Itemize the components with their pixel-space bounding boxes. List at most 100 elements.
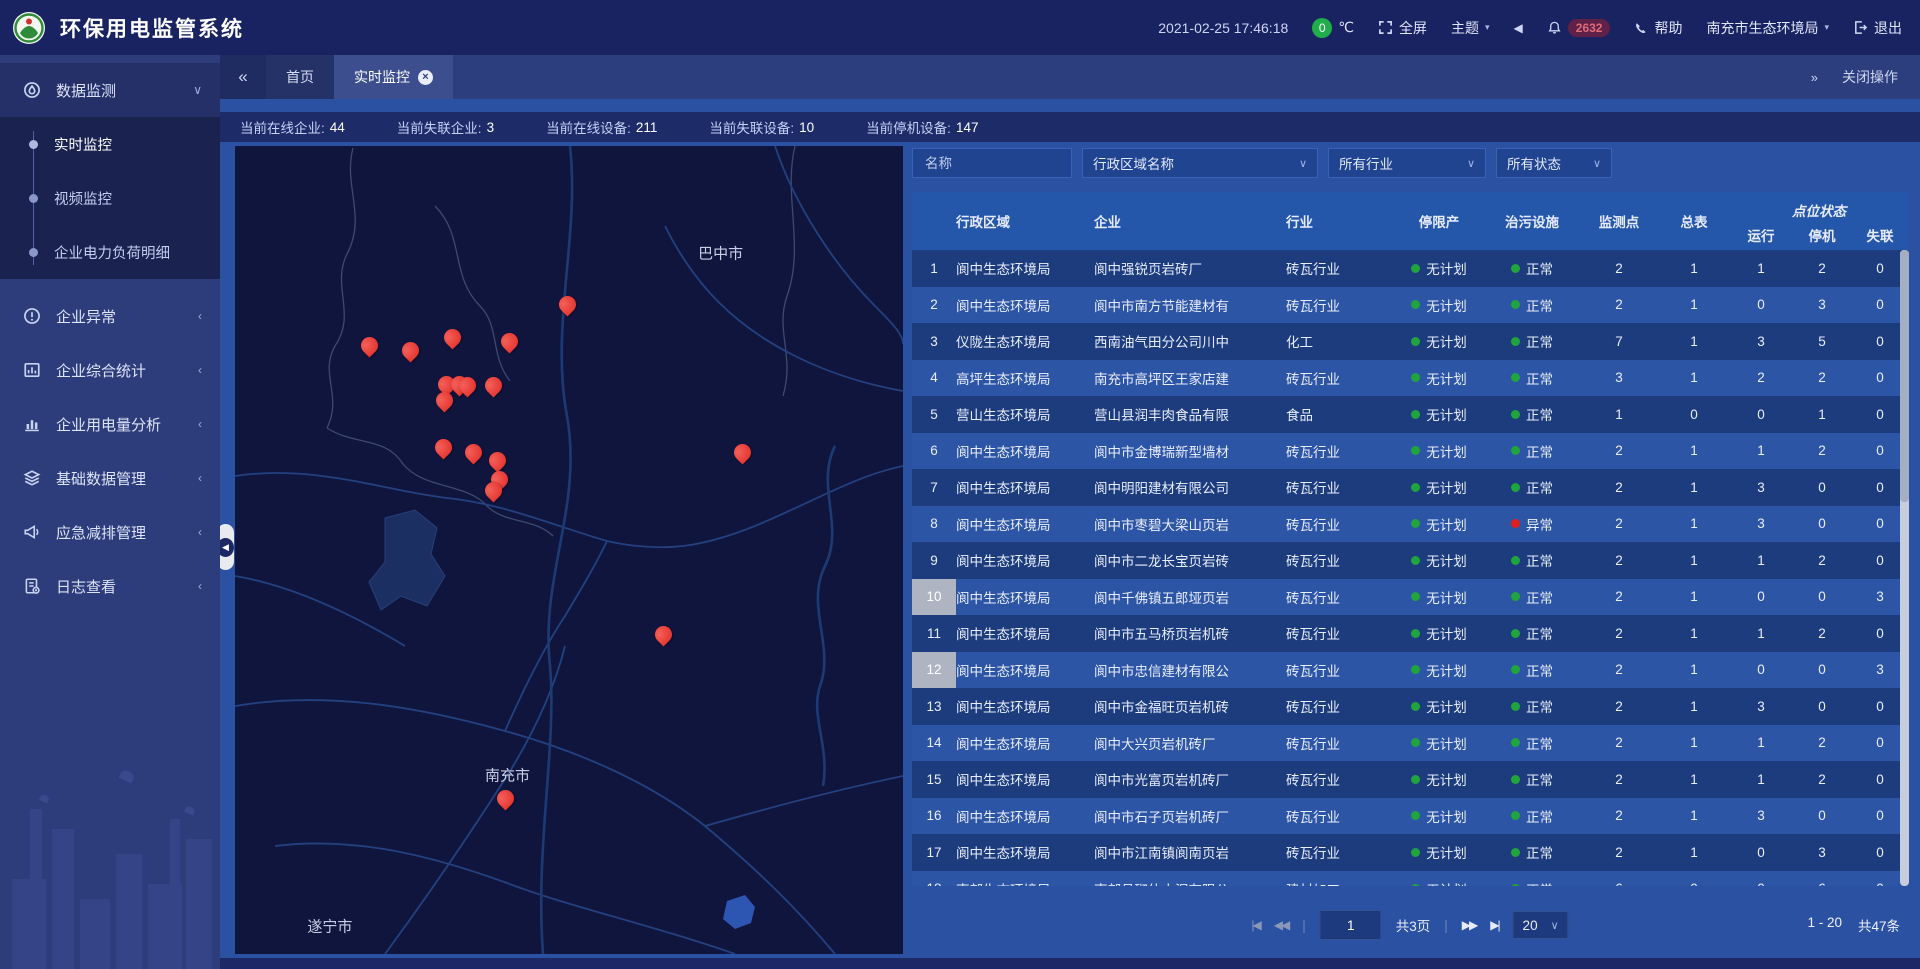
- map-pin[interactable]: [497, 787, 515, 811]
- region-filter-select[interactable]: 行政区域名称 ∨: [1082, 148, 1318, 178]
- table-row[interactable]: 7阆中生态环境局阆中明阳建材有限公司砖瓦行业无计划正常21300: [912, 469, 1908, 506]
- sidebar-submenu: 实时监控视频监控企业电力负荷明细: [0, 117, 220, 279]
- chevron-left-icon: ‹: [198, 417, 202, 431]
- industry-filter-select[interactable]: 所有行业 ∨: [1328, 148, 1486, 178]
- table-row[interactable]: 10阆中生态环境局阆中千佛镇五郎垭页岩砖瓦行业无计划正常21003: [912, 579, 1908, 616]
- first-page-button[interactable]: |◀: [1251, 918, 1259, 932]
- cell-index: 18: [912, 871, 956, 887]
- notification-area[interactable]: 2632: [1547, 19, 1611, 37]
- sidebar-subitem-视频监控[interactable]: 视频监控: [0, 171, 220, 225]
- scrollbar-thumb[interactable]: [1900, 250, 1909, 502]
- table-row[interactable]: 3仪陇生态环境局西南油气田分公司川中化工无计划正常71350: [912, 323, 1908, 360]
- map-pin[interactable]: [361, 334, 379, 358]
- cell-company: 阆中千佛镇五郎垭页岩: [1094, 579, 1286, 616]
- table-row[interactable]: 9阆中生态环境局阆中市二龙长宝页岩砖砖瓦行业无计划正常21120: [912, 542, 1908, 579]
- cell-stop-status: 无计划: [1394, 834, 1484, 871]
- cell-industry: 砖瓦行业: [1286, 287, 1394, 324]
- table-scrollbar[interactable]: [1900, 250, 1909, 886]
- table-row[interactable]: 16阆中生态环境局阆中市石子页岩机砖厂砖瓦行业无计划正常21300: [912, 798, 1908, 835]
- tab-实时监控[interactable]: 实时监控×: [334, 55, 453, 99]
- cell-monitor-count: 2: [1580, 725, 1658, 762]
- tab-首页[interactable]: 首页: [266, 55, 334, 99]
- table-row[interactable]: 14阆中生态环境局阆中大兴页岩机砖厂砖瓦行业无计划正常21120: [912, 725, 1908, 762]
- map-pin[interactable]: [402, 339, 420, 363]
- cell-industry: 化工: [1286, 323, 1394, 360]
- sidebar-item-日志查看[interactable]: 日志查看‹: [0, 559, 220, 613]
- tab-bar: « 首页实时监控× » 关闭操作: [220, 55, 1920, 99]
- map-pin[interactable]: [485, 374, 503, 398]
- table-row[interactable]: 18南部生态环境局南部县砌体水泥有限公建材加工无计划正常60060: [912, 871, 1908, 887]
- col-header-monitor: 监测点: [1580, 192, 1658, 250]
- sidebar-item-数据监测[interactable]: 数据监测∨: [0, 63, 220, 117]
- next-page-button[interactable]: ▶▶: [1462, 918, 1476, 932]
- map-pin[interactable]: [559, 293, 577, 317]
- sidebar-item-企业用电量分析[interactable]: 企业用电量分析‹: [0, 397, 220, 451]
- cell-bureau: 阆中生态环境局: [956, 652, 1094, 689]
- scroll-tabs-left-button[interactable]: «: [220, 55, 266, 99]
- close-icon[interactable]: ×: [418, 70, 433, 85]
- table-row[interactable]: 6阆中生态环境局阆中市金博瑞新型墙材砖瓦行业无计划正常21120: [912, 433, 1908, 470]
- table-row[interactable]: 1阆中生态环境局阆中强锐页岩砖厂砖瓦行业无计划正常21120: [912, 250, 1908, 287]
- name-filter-input[interactable]: [923, 155, 1061, 172]
- sidebar-subitem-实时监控[interactable]: 实时监控: [0, 117, 220, 171]
- map-pin[interactable]: [465, 441, 483, 465]
- group-sub-headers: 运行停机失联: [1730, 226, 1908, 244]
- fullscreen-button[interactable]: 全屏: [1378, 18, 1427, 38]
- table-body: 1阆中生态环境局阆中强锐页岩砖厂砖瓦行业无计划正常211202阆中生态环境局阆中…: [912, 250, 1908, 886]
- table-row[interactable]: 2阆中生态环境局阆中市南方节能建材有砖瓦行业无计划正常21030: [912, 287, 1908, 324]
- sidebar-item-企业异常[interactable]: 企业异常‹: [0, 289, 220, 343]
- table-row[interactable]: 4高坪生态环境局南充市高坪区王家店建砖瓦行业无计划正常31220: [912, 360, 1908, 397]
- cell-run-count: 0: [1730, 396, 1792, 433]
- close-operations-button[interactable]: 关闭操作: [1842, 67, 1898, 87]
- scroll-tabs-right-button[interactable]: »: [1811, 70, 1816, 85]
- sidebar-item-企业综合统计[interactable]: 企业综合统计‹: [0, 343, 220, 397]
- page-number-input[interactable]: [1320, 910, 1382, 940]
- stat-item: 当前失联设备:10: [709, 117, 814, 137]
- content-area: ◀: [220, 142, 1920, 969]
- help-button[interactable]: 帮助: [1634, 18, 1682, 38]
- cell-industry: 建材加工: [1286, 871, 1394, 887]
- status-filter-select[interactable]: 所有状态 ∨: [1496, 148, 1612, 178]
- sidebar-item-应急减排管理[interactable]: 应急减排管理‹: [0, 505, 220, 559]
- cell-company: 阆中强锐页岩砖厂: [1094, 250, 1286, 287]
- status-dot: [1511, 629, 1520, 638]
- cell-industry: 砖瓦行业: [1286, 725, 1394, 762]
- cell-halt-count: 2: [1792, 542, 1852, 579]
- table-row[interactable]: 13阆中生态环境局阆中市金福旺页岩机砖砖瓦行业无计划正常21300: [912, 688, 1908, 725]
- cell-halt-count: 0: [1792, 506, 1852, 543]
- gis-map[interactable]: 巴中市南充市遂宁市: [235, 146, 903, 954]
- sidebar-subitem-企业电力负荷明细[interactable]: 企业电力负荷明细: [0, 225, 220, 279]
- cell-facility-status: 正常: [1484, 688, 1580, 725]
- map-pin[interactable]: [734, 441, 752, 465]
- theme-dropdown[interactable]: 主题 ▾: [1451, 18, 1490, 38]
- cell-company: 阆中市江南镇阆南页岩: [1094, 834, 1286, 871]
- cell-company: 阆中市南方节能建材有: [1094, 287, 1286, 324]
- map-pin[interactable]: [436, 389, 454, 413]
- prev-page-button[interactable]: ◀◀: [1274, 918, 1288, 932]
- table-row[interactable]: 15阆中生态环境局阆中市光富页岩机砖厂砖瓦行业无计划正常21120: [912, 761, 1908, 798]
- map-pin[interactable]: [501, 330, 519, 354]
- last-page-button[interactable]: ▶|: [1490, 918, 1498, 932]
- map-pin[interactable]: [655, 623, 673, 647]
- map-pin[interactable]: [444, 326, 462, 350]
- map-pin[interactable]: [459, 374, 477, 398]
- table-row[interactable]: 17阆中生态环境局阆中市江南镇阆南页岩砖瓦行业无计划正常21030: [912, 834, 1908, 871]
- table-row[interactable]: 8阆中生态环境局阆中市枣碧大梁山页岩砖瓦行业无计划异常21300: [912, 506, 1908, 543]
- cell-total-meter: 1: [1658, 323, 1730, 360]
- col-header-idx: [912, 192, 956, 250]
- name-filter: [912, 148, 1072, 178]
- org-dropdown[interactable]: 南充市生态环境局 ▾: [1706, 18, 1829, 38]
- table-row[interactable]: 5营山生态环境局营山县润丰肉食品有限食品无计划正常10010: [912, 396, 1908, 433]
- map-pin[interactable]: [485, 479, 503, 503]
- page-size-select[interactable]: 20 ∨: [1513, 911, 1569, 939]
- logout-button[interactable]: 退出: [1853, 18, 1902, 38]
- facility-status-label: 正常: [1526, 806, 1553, 826]
- table-row[interactable]: 12阆中生态环境局阆中市忠信建材有限公砖瓦行业无计划正常21003: [912, 652, 1908, 689]
- stop-status-label: 无计划: [1426, 587, 1467, 607]
- status-dot: [1411, 519, 1420, 528]
- mute-button[interactable]: ◀: [1514, 21, 1523, 35]
- map-pin[interactable]: [435, 436, 453, 460]
- cell-run-count: 2: [1730, 360, 1792, 397]
- sidebar-item-基础数据管理[interactable]: 基础数据管理‹: [0, 451, 220, 505]
- table-row[interactable]: 11阆中生态环境局阆中市五马桥页岩机砖砖瓦行业无计划正常21120: [912, 615, 1908, 652]
